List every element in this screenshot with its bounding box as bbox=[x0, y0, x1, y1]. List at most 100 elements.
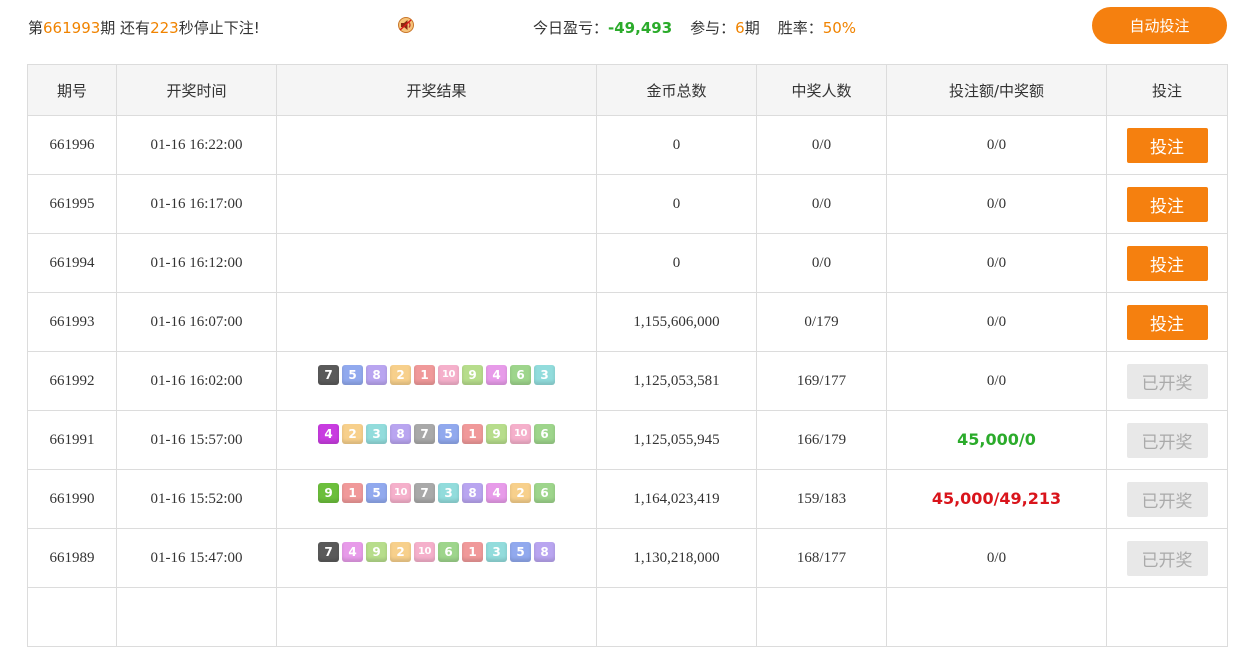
header-draw-result: 开奖结果 bbox=[276, 64, 597, 116]
bet-button[interactable]: 投注 bbox=[1126, 245, 1208, 281]
winners-cell: 0/0 bbox=[756, 174, 887, 234]
draw-result-cell bbox=[276, 587, 597, 647]
bet-win-value: 0/0 bbox=[986, 549, 1007, 566]
table-row: 661996 01-16 16:22:00 0 0/0 0/0 投注 bbox=[27, 115, 1228, 175]
header-coin-total: 金币总数 bbox=[596, 64, 757, 116]
table-header-row: 期号 开奖时间 开奖结果 金币总数 中奖人数 投注额/中奖额 投注 bbox=[27, 64, 1228, 116]
period-cell: 661991 bbox=[27, 410, 117, 470]
draw-time-cell: 01-16 15:47:00 bbox=[116, 528, 277, 588]
bet-win-value: 0/0 bbox=[986, 136, 1007, 153]
draw-result-cell bbox=[276, 174, 597, 234]
drawn-button: 已开奖 bbox=[1126, 540, 1208, 576]
header-bet-win: 投注额/中奖额 bbox=[886, 64, 1107, 116]
current-period: 661993 bbox=[43, 19, 101, 37]
lottery-table: 期号 开奖时间 开奖结果 金币总数 中奖人数 投注额/中奖额 投注 661996… bbox=[27, 64, 1228, 647]
result-ball: 10 bbox=[414, 542, 435, 562]
bet-win-value: 45,000/49,213 bbox=[931, 489, 1062, 508]
result-ball: 1 bbox=[462, 424, 483, 444]
winners-cell: 166/179 bbox=[756, 410, 887, 470]
draw-time-cell: 01-16 16:22:00 bbox=[116, 115, 277, 175]
draw-time-cell: 01-16 16:12:00 bbox=[116, 233, 277, 293]
bet-win-value: 0/0 bbox=[986, 195, 1007, 212]
action-cell: 投注 bbox=[1106, 115, 1228, 175]
coin-total-cell: 0 bbox=[596, 115, 757, 175]
result-ball: 6 bbox=[534, 424, 555, 444]
draw-result-cell: 4 2 3 8 7 5 1 9 10 6 bbox=[276, 410, 597, 470]
result-ball: 4 bbox=[318, 424, 339, 444]
table-row: 661991 01-16 15:57:00 4 2 3 8 7 5 1 9 10 6 1,125,055… bbox=[27, 410, 1228, 470]
result-balls: 4 2 3 8 7 5 1 9 10 6 bbox=[318, 424, 555, 444]
draw-result-cell: 7 5 8 2 1 10 9 4 6 3 bbox=[276, 351, 597, 411]
bet-win-cell: 45,000/0 bbox=[886, 410, 1107, 470]
table-row: 661992 01-16 16:02:00 7 5 8 2 1 10 9 4 6 3 1,125,053… bbox=[27, 351, 1228, 411]
bet-win-value: 0/0 bbox=[986, 372, 1007, 389]
bet-win-cell: 0/0 bbox=[886, 174, 1107, 234]
draw-time-cell: 01-16 15:57:00 bbox=[116, 410, 277, 470]
action-cell: 已开奖 bbox=[1106, 469, 1228, 529]
drawn-button: 已开奖 bbox=[1126, 363, 1208, 399]
result-ball: 10 bbox=[390, 483, 411, 503]
bet-win-cell: 0/0 bbox=[886, 115, 1107, 175]
bet-win-cell: 0/0 bbox=[886, 233, 1107, 293]
winners-cell: 0/179 bbox=[756, 292, 887, 352]
drawn-button: 已开奖 bbox=[1126, 422, 1208, 458]
coin-total-cell: 1,130,218,000 bbox=[596, 528, 757, 588]
header-winners: 中奖人数 bbox=[756, 64, 887, 116]
participate-label: 参与： bbox=[690, 19, 736, 37]
winners-cell: 0/0 bbox=[756, 115, 887, 175]
result-ball: 9 bbox=[462, 365, 483, 385]
bet-win-cell: 0/0 bbox=[886, 528, 1107, 588]
period-cell: 661993 bbox=[27, 292, 117, 352]
result-ball: 1 bbox=[462, 542, 483, 562]
auto-bet-button[interactable]: 自动投注 bbox=[1092, 7, 1227, 44]
header-action: 投注 bbox=[1106, 64, 1228, 116]
result-ball: 3 bbox=[486, 542, 507, 562]
bet-button[interactable]: 投注 bbox=[1126, 127, 1208, 163]
period-suffix: 期 还有 bbox=[100, 19, 151, 37]
coin-total-cell bbox=[596, 587, 757, 647]
header-period: 期号 bbox=[27, 64, 117, 116]
speaker-icon[interactable] bbox=[397, 17, 415, 33]
winners-cell bbox=[756, 587, 887, 647]
result-ball: 3 bbox=[438, 483, 459, 503]
draw-result-cell bbox=[276, 292, 597, 352]
period-cell: 661996 bbox=[27, 115, 117, 175]
coin-total-cell: 1,125,055,945 bbox=[596, 410, 757, 470]
period-cell: 661994 bbox=[27, 233, 117, 293]
action-cell: 投注 bbox=[1106, 174, 1228, 234]
coin-total-cell: 1,164,023,419 bbox=[596, 469, 757, 529]
draw-time-cell: 01-16 15:52:00 bbox=[116, 469, 277, 529]
result-ball: 4 bbox=[342, 542, 363, 562]
winners-cell: 168/177 bbox=[756, 528, 887, 588]
result-ball: 7 bbox=[318, 542, 339, 562]
winrate-value: 50% bbox=[822, 19, 857, 37]
today-value: -49,493 bbox=[608, 19, 673, 37]
coin-total-cell: 0 bbox=[596, 233, 757, 293]
draw-time-cell: 01-16 16:02:00 bbox=[116, 351, 277, 411]
bet-button[interactable]: 投注 bbox=[1126, 304, 1208, 340]
coin-total-cell: 0 bbox=[596, 174, 757, 234]
winners-cell: 159/183 bbox=[756, 469, 887, 529]
draw-time-cell bbox=[116, 587, 277, 647]
drawn-button: 已开奖 bbox=[1126, 481, 1208, 517]
bet-button[interactable]: 投注 bbox=[1126, 186, 1208, 222]
action-cell: 已开奖 bbox=[1106, 528, 1228, 588]
period-cell: 661990 bbox=[27, 469, 117, 529]
today-label: 今日盈亏： bbox=[533, 19, 609, 37]
action-cell: 投注 bbox=[1106, 233, 1228, 293]
result-ball: 6 bbox=[438, 542, 459, 562]
bet-win-cell: 0/0 bbox=[886, 351, 1107, 411]
action-cell bbox=[1106, 587, 1228, 647]
result-ball: 3 bbox=[366, 424, 387, 444]
table-row: 661995 01-16 16:17:00 0 0/0 0/0 投注 bbox=[27, 174, 1228, 234]
draw-result-cell bbox=[276, 233, 597, 293]
table-row: 661993 01-16 16:07:00 1,155,606,000 0/179 0/… bbox=[27, 292, 1228, 352]
table-row: 661989 01-16 15:47:00 7 4 9 2 10 6 1 3 5 8 1,130,218… bbox=[27, 528, 1228, 588]
result-ball: 1 bbox=[414, 365, 435, 385]
winners-cell: 0/0 bbox=[756, 233, 887, 293]
result-ball: 10 bbox=[438, 365, 459, 385]
result-balls: 7 5 8 2 1 10 9 4 6 3 bbox=[318, 365, 555, 385]
result-balls: 7 4 9 2 10 6 1 3 5 8 bbox=[318, 542, 555, 562]
result-ball: 9 bbox=[486, 424, 507, 444]
countdown-info: 第661993期 还有223秒停止下注! bbox=[28, 17, 260, 38]
